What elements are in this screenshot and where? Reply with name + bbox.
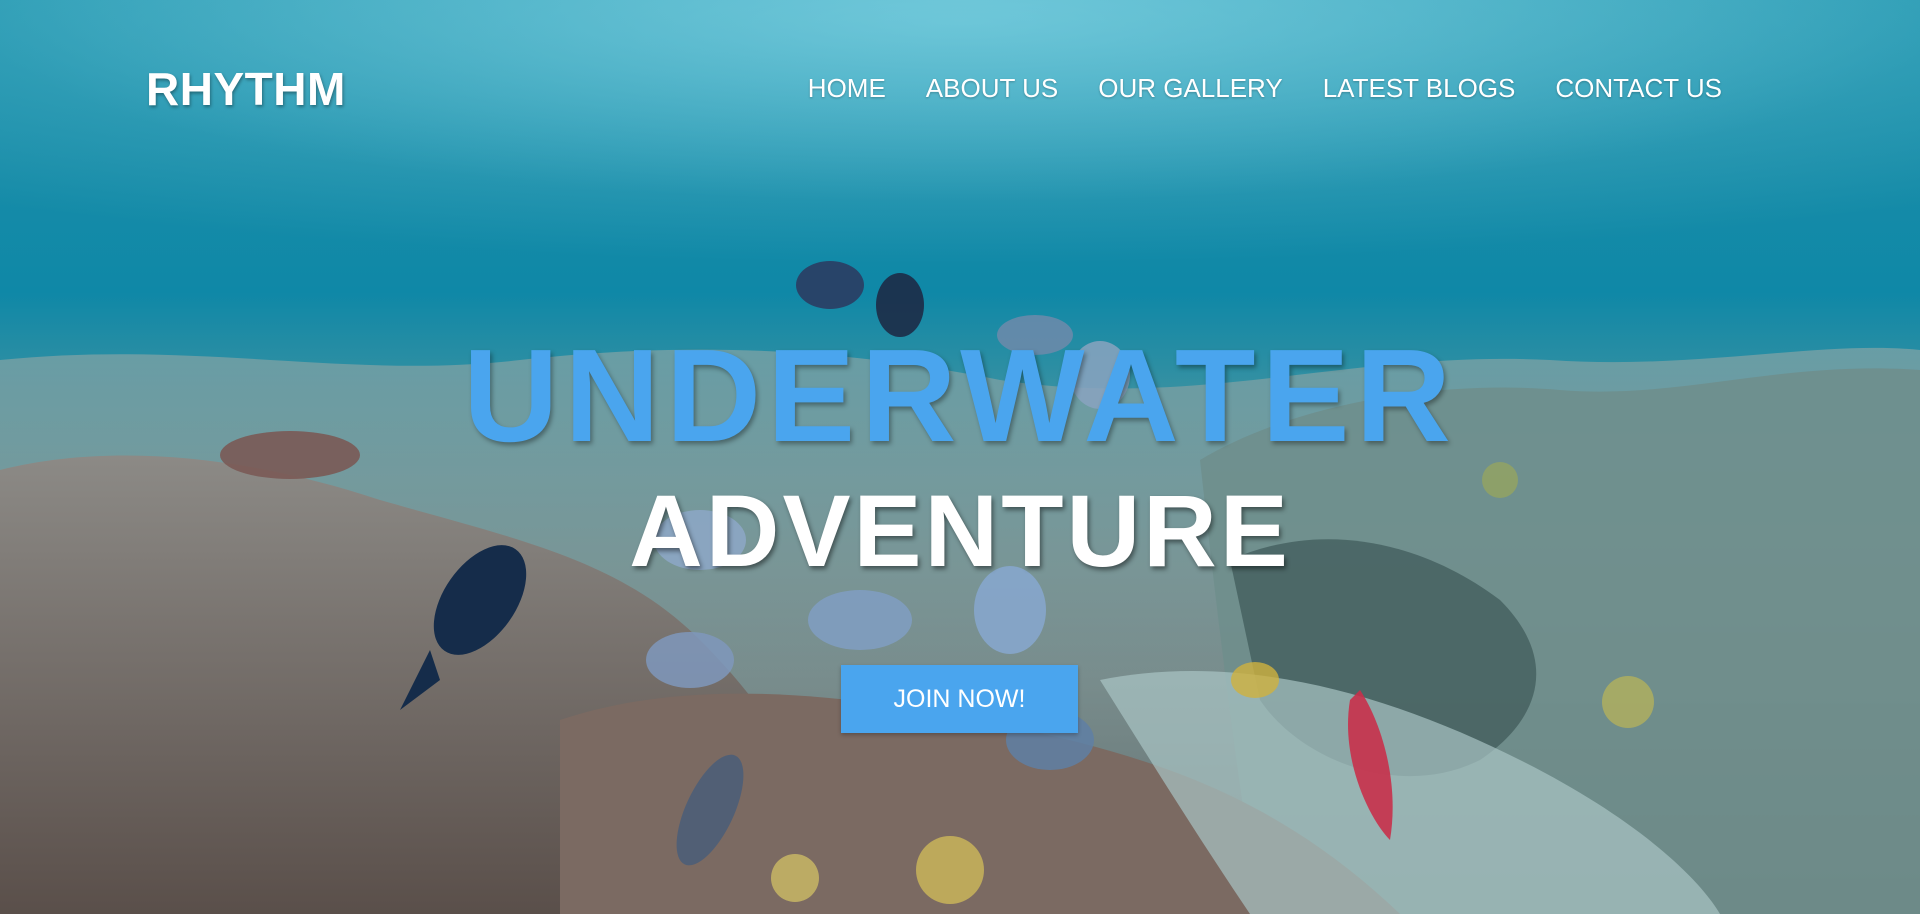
nav-link-about-us[interactable]: ABOUT US bbox=[926, 75, 1058, 101]
join-now-button[interactable]: JOIN NOW! bbox=[841, 665, 1078, 733]
site-logo[interactable]: RHYTHM bbox=[146, 66, 346, 112]
main-nav: HOME ABOUT US OUR GALLERY LATEST BLOGS C… bbox=[808, 75, 1722, 101]
nav-link-our-gallery[interactable]: OUR GALLERY bbox=[1098, 75, 1282, 101]
site-header: RHYTHM HOME ABOUT US OUR GALLERY LATEST … bbox=[0, 0, 1920, 190]
nav-link-contact-us[interactable]: CONTACT US bbox=[1555, 75, 1722, 101]
hero-heading: UNDERWATER ADVENTURE bbox=[0, 322, 1920, 588]
nav-link-latest-blogs[interactable]: LATEST BLOGS bbox=[1323, 75, 1516, 101]
nav-link-home[interactable]: HOME bbox=[808, 75, 886, 101]
hero-section: RHYTHM HOME ABOUT US OUR GALLERY LATEST … bbox=[0, 0, 1920, 914]
hero-title-adventure: ADVENTURE bbox=[629, 474, 1291, 588]
hero-title-underwater: UNDERWATER bbox=[463, 322, 1457, 469]
